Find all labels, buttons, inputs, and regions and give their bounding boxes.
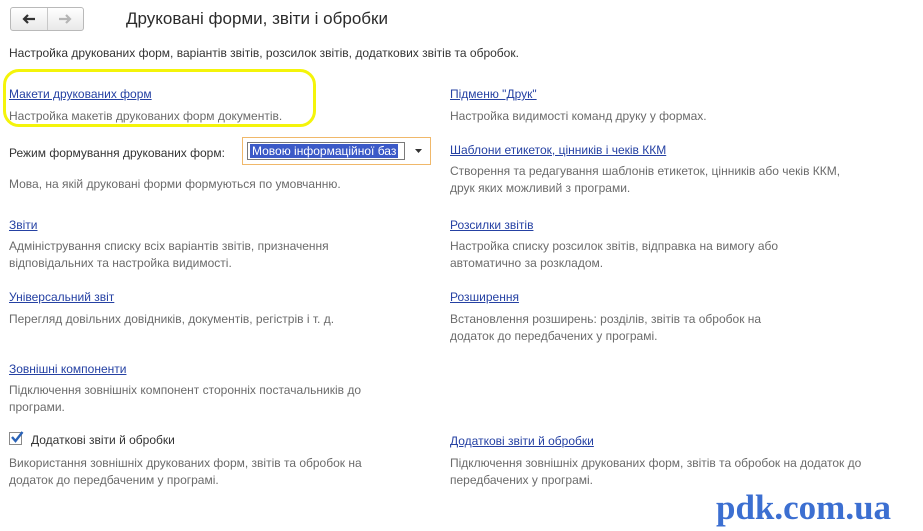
print-submenu-desc: Настройка видимості команд друку у форма…	[450, 109, 707, 123]
mode-dropdown-button[interactable]	[409, 142, 427, 160]
label-templates-desc: Створення та редагування шаблонів етикет…	[450, 164, 841, 195]
zvity-link[interactable]: Звіти	[9, 218, 38, 232]
makety-desc: Настройка макетів друкованих форм докуме…	[9, 109, 283, 123]
mode-select-value: Мовою інформаційної баз	[250, 144, 399, 158]
additional-reports-link[interactable]: Додаткові звіти й обробки	[450, 434, 594, 448]
additional-reports-desc: Використання зовнішніх друкованих форм, …	[9, 456, 362, 487]
external-components-link[interactable]: Зовнішні компоненти	[9, 362, 126, 376]
extensions-desc: Встановлення розширень: розділів, звітів…	[450, 312, 762, 343]
page-subtitle: Настройка друкованих форм, варіантів зві…	[9, 46, 519, 60]
back-button[interactable]	[11, 8, 47, 30]
back-arrow-icon	[22, 14, 35, 24]
universal-report-desc: Перегляд довільних довідників, документі…	[9, 312, 335, 326]
makety-link[interactable]: Макети друкованих форм	[9, 87, 152, 101]
zvity-desc: Адміністрування списку всіх варіантів зв…	[9, 239, 329, 270]
forward-arrow-icon	[59, 14, 72, 24]
additional-reports-link-desc: Підключення зовнішніх друкованих форм, з…	[450, 456, 862, 487]
mode-label: Режим формування друкованих форм:	[9, 146, 225, 160]
label-templates-link[interactable]: Шаблони етикеток, цінників і чеків ККМ	[450, 143, 666, 157]
mode-select-field[interactable]: Мовою інформаційної баз	[247, 142, 405, 160]
external-components-desc: Підключення зовнішніх компонент сторонні…	[9, 383, 362, 414]
page-title: Друковані форми, звіти і обробки	[126, 9, 388, 28]
extensions-link[interactable]: Розширення	[450, 290, 519, 304]
checkmark-icon	[11, 431, 24, 443]
watermark: pdk.com.ua	[716, 488, 892, 527]
forward-button[interactable]	[46, 8, 84, 30]
mailings-desc: Настройка списку розсилок звітів, відпра…	[450, 239, 779, 270]
dropdown-arrow-icon	[414, 149, 422, 153]
print-submenu-link[interactable]: Підменю "Друк"	[450, 87, 537, 101]
mode-select[interactable]: Мовою інформаційної баз	[242, 137, 431, 165]
additional-reports-checkbox[interactable]	[9, 431, 24, 445]
mode-desc: Мова, на якій друковані форми формуються…	[9, 177, 341, 191]
additional-reports-checkbox-label[interactable]: Додаткові звіти й обробки	[31, 433, 175, 447]
nav-buttons	[10, 7, 84, 31]
universal-report-link[interactable]: Універсальний звіт	[9, 290, 114, 304]
mailings-link[interactable]: Розсилки звітів	[450, 218, 533, 232]
